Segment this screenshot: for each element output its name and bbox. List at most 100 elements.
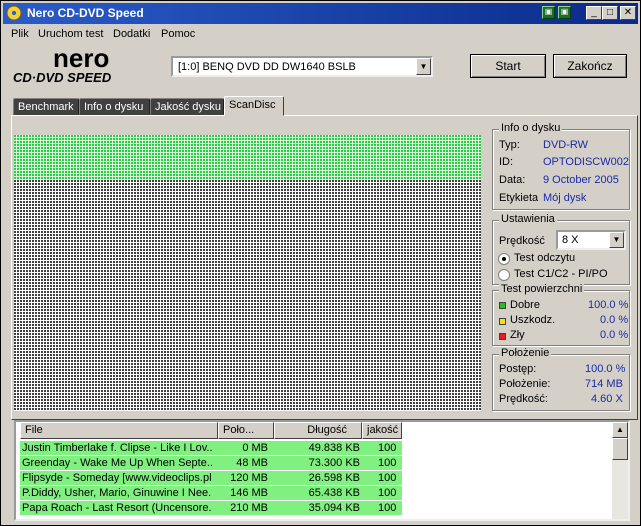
menu-pomoc[interactable]: Pomoc	[161, 28, 195, 40]
table-row[interactable]: Greenday - Wake Me Up When Septe... 48 M…	[20, 456, 402, 470]
bad-label: Zły	[510, 329, 525, 341]
row-length: 73.300 KB	[308, 457, 360, 469]
disc-id-label: ID:	[499, 156, 514, 168]
file-list[interactable]: File Poło... Długość jakość Justin Timbe…	[14, 420, 630, 521]
table-row[interactable]: Justin Timberlake f. Clipse - Like I Lov…	[20, 441, 402, 455]
menu-uruchom-test[interactable]: Uruchom test	[38, 28, 103, 40]
stop-button[interactable]: Zakończ	[553, 54, 627, 78]
disc-label-value: Mój dysk	[543, 192, 587, 204]
bad-value: 0.0 %	[600, 329, 629, 341]
row-file: Greenday - Wake Me Up When Septe...	[22, 457, 212, 469]
disc-date-value: 9 October 2005	[543, 174, 619, 186]
row-file: P.Diddy, Usher, Mario, Ginuwine I Nee...	[22, 487, 212, 499]
scroll-up-icon[interactable]: ▲	[612, 422, 628, 438]
column-header-position[interactable]: Poło...	[218, 422, 274, 439]
minimize-button[interactable]: _	[586, 6, 602, 20]
radio-read-test-label[interactable]: Test odczytu	[514, 252, 575, 264]
good-value: 100.0 %	[588, 299, 629, 311]
damaged-value: 0.0 %	[600, 314, 629, 326]
location-label: Położenie:	[499, 378, 551, 390]
table-row[interactable]: Papa Roach - Last Resort (Uncensore... 2…	[20, 501, 402, 515]
position-title: Położenie	[499, 347, 552, 359]
row-quality: 100	[378, 442, 397, 454]
row-quality: 100	[378, 502, 397, 514]
menu-bar: Plik Uruchom test Dodatki Pomoc	[3, 25, 638, 43]
row-quality: 100	[378, 487, 397, 499]
menu-plik[interactable]: Plik	[11, 28, 29, 40]
disc-label-label: Etykieta	[499, 192, 539, 204]
nero-logo: nero CD·DVD SPEED	[13, 47, 112, 85]
row-file: Justin Timberlake f. Clipse - Like I Lov…	[22, 442, 212, 454]
logo-text-bottom: CD·DVD SPEED	[13, 70, 112, 85]
disc-type-label: Typ:	[499, 139, 520, 151]
row-quality: 100	[378, 457, 397, 469]
chevron-down-icon[interactable]: ▼	[416, 58, 431, 75]
row-length: 26.598 KB	[308, 472, 360, 484]
row-position: 120 MB	[230, 472, 268, 484]
app-window: Nero CD-DVD Speed ▣ ▣ _ □ ✕ Plik Uruchom…	[0, 0, 641, 526]
maximize-button[interactable]: □	[602, 6, 618, 20]
tab-bar: Benchmark Info o dysku Jakość dysku Scan…	[13, 96, 638, 116]
location-value: 714 MB	[585, 378, 623, 390]
nero-toolbar-button-1[interactable]: ▣	[542, 6, 555, 19]
settings-title: Ustawienia	[499, 213, 557, 225]
nero-cd-icon	[6, 5, 22, 21]
disc-info-title: Info o dysku	[499, 122, 563, 134]
tab-scandisc[interactable]: ScanDisc	[224, 96, 284, 116]
progress-label: Postęp:	[499, 363, 537, 375]
table-row[interactable]: Flipsyde - Someday [www.videoclips.pl...…	[20, 471, 402, 485]
radio-read-test[interactable]	[498, 253, 510, 265]
drive-select-value: [1:0] BENQ DVD DD DW1640 BSLB	[178, 61, 356, 73]
tab-disc-info[interactable]: Info o dysku	[79, 98, 150, 115]
row-position: 48 MB	[236, 457, 268, 469]
good-legend-swatch	[499, 302, 506, 309]
damaged-label: Uszkodz.	[510, 314, 556, 326]
scan-surface-map	[14, 135, 481, 411]
tab-disc-quality[interactable]: Jakość dysku	[150, 98, 224, 115]
radio-c1c2-test-label[interactable]: Test C1/C2 - PI/PO	[514, 268, 608, 280]
table-row[interactable]: P.Diddy, Usher, Mario, Ginuwine I Nee...…	[20, 486, 402, 500]
surface-test-group: Test powierzchni Dobre 100.0 % Uszkodz. …	[492, 283, 630, 346]
row-position: 210 MB	[230, 502, 268, 514]
row-position: 0 MB	[242, 442, 268, 454]
column-header-length[interactable]: Długość	[274, 422, 362, 439]
window-title: Nero CD-DVD Speed	[27, 6, 144, 20]
settings-group: Ustawienia Prędkość 8 X ▼ Test odczytu T…	[492, 213, 630, 285]
surface-test-title: Test powierzchni	[499, 283, 585, 295]
disc-info-group: Info o dysku Typ: DVD-RW ID: OPTODISCW00…	[492, 122, 630, 210]
progress-value: 100.0 %	[585, 363, 626, 375]
disc-id-value: OPTODISCW002	[543, 156, 629, 168]
position-group: Położenie Postęp: 100.0 % Położenie: 714…	[492, 347, 630, 411]
disc-date-label: Data:	[499, 174, 526, 186]
row-length: 65.438 KB	[308, 487, 360, 499]
good-label: Dobre	[510, 299, 540, 311]
radio-c1c2-test[interactable]	[498, 269, 510, 281]
scan-good-area	[14, 135, 481, 179]
row-file: Flipsyde - Someday [www.videoclips.pl...	[22, 472, 212, 484]
disc-type-value: DVD-RW	[543, 139, 589, 151]
row-length: 35.094 KB	[308, 502, 360, 514]
scroll-thumb[interactable]	[612, 438, 628, 460]
speed-readout-label: Prędkość:	[499, 393, 548, 405]
row-file: Papa Roach - Last Resort (Uncensore...	[22, 502, 212, 514]
damaged-legend-swatch	[499, 318, 506, 325]
column-header-quality[interactable]: jakość	[362, 422, 402, 439]
speed-label: Prędkość	[499, 235, 545, 247]
row-position: 146 MB	[230, 487, 268, 499]
close-button[interactable]: ✕	[620, 6, 636, 20]
speed-select-value: 8 X	[562, 234, 579, 246]
column-header-file[interactable]: File	[20, 422, 218, 439]
start-button[interactable]: Start	[470, 54, 546, 78]
chevron-down-icon[interactable]: ▼	[609, 232, 624, 248]
title-bar[interactable]: Nero CD-DVD Speed ▣ ▣ _ □ ✕	[3, 3, 638, 24]
nero-toolbar-button-2[interactable]: ▣	[558, 6, 571, 19]
bad-legend-swatch	[499, 333, 506, 340]
speed-readout-value: 4.60 X	[591, 393, 623, 405]
list-scrollbar[interactable]: ▲	[612, 422, 628, 519]
drive-select[interactable]: [1:0] BENQ DVD DD DW1640 BSLB ▼	[171, 56, 433, 77]
row-quality: 100	[378, 472, 397, 484]
speed-select[interactable]: 8 X ▼	[556, 230, 626, 250]
menu-dodatki[interactable]: Dodatki	[113, 28, 150, 40]
row-length: 49.838 KB	[308, 442, 360, 454]
tab-benchmark[interactable]: Benchmark	[13, 98, 79, 115]
